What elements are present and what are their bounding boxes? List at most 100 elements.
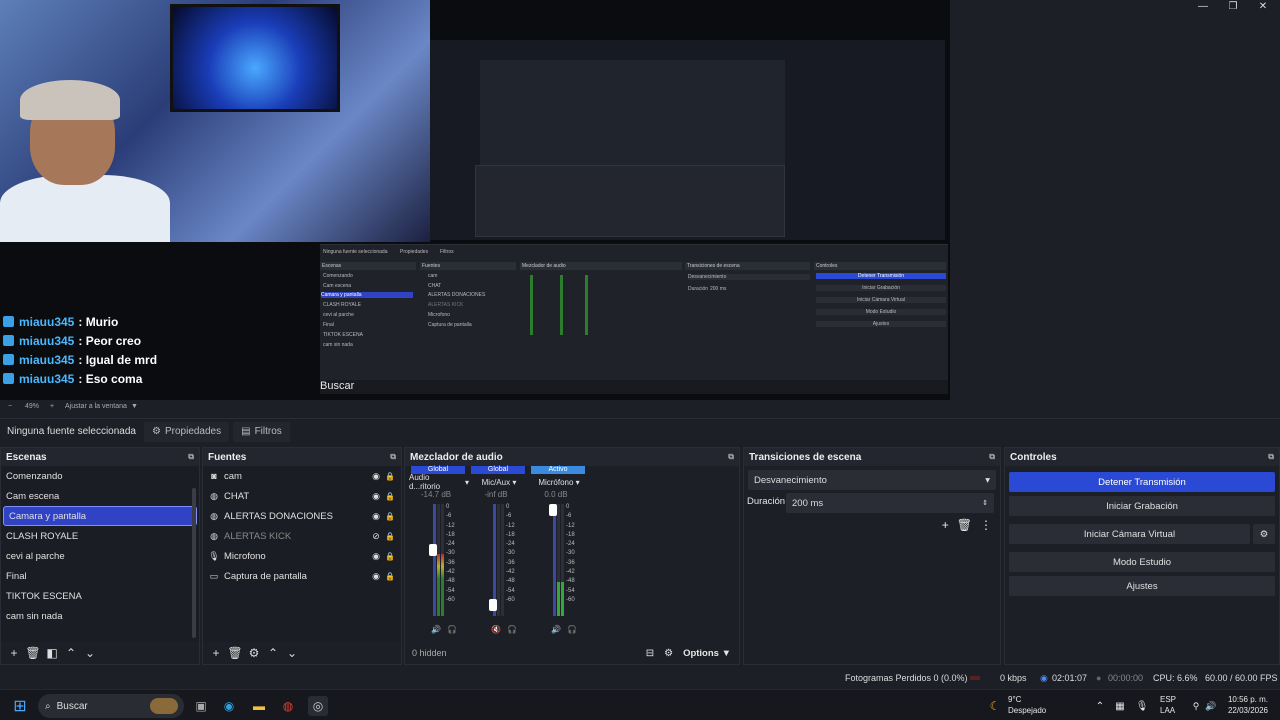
volume-fader-knob[interactable] — [549, 504, 557, 516]
fit-window-label[interactable]: Ajustar a la ventana — [65, 403, 127, 410]
clock-time[interactable]: 10:56 p. m. — [1226, 695, 1268, 704]
stop-streaming-button[interactable]: Detener Transmisión — [1009, 472, 1275, 492]
remove-transition-button[interactable]: 🗑 — [957, 518, 972, 532]
task-view-icon[interactable]: ▣ — [192, 696, 210, 716]
lock-icon[interactable]: 🔒 — [383, 472, 397, 481]
add-transition-button[interactable]: + — [942, 518, 949, 532]
source-item[interactable]: ◍ ALERTAS DONACIONES ◉ 🔒 — [203, 506, 401, 526]
scene-filters-button[interactable]: ◧ — [43, 644, 61, 662]
mixer-layout-icon[interactable]: ⊟ — [646, 648, 654, 659]
scene-item[interactable]: Camara y pantalla — [3, 506, 197, 526]
volume-fader-knob[interactable] — [489, 599, 497, 611]
channel-name-button[interactable]: Micrófono ▾ — [529, 474, 589, 490]
popout-icon[interactable]: ⧉ — [1268, 452, 1274, 462]
start-virtual-camera-button[interactable]: Iniciar Cámara Virtual — [1009, 524, 1250, 544]
zoom-in-button[interactable]: + — [50, 403, 54, 410]
duration-input[interactable]: 200 ms ⇕ — [786, 493, 994, 513]
tray-chevron-icon[interactable]: ⌃ — [1093, 696, 1107, 716]
move-down-button[interactable]: ⌄ — [81, 644, 99, 662]
channel-name-button[interactable]: Audio d...ritorio ▾ — [409, 473, 469, 491]
lock-icon[interactable]: 🔒 — [383, 532, 397, 541]
move-down-button[interactable]: ⌄ — [283, 644, 301, 662]
obs-icon[interactable]: ◎ — [308, 696, 328, 716]
maximize-button[interactable]: ❐ — [1218, 0, 1248, 14]
volume-icon[interactable]: 🔊 — [1205, 696, 1217, 716]
headphones-icon[interactable]: 🎧 — [447, 625, 457, 641]
eye-hidden-icon[interactable]: ⊘ — [369, 531, 383, 542]
scene-item[interactable]: cevi al parche — [1, 546, 199, 566]
transition-select[interactable]: Desvanecimiento ▾ — [748, 470, 996, 490]
popout-icon[interactable]: ⧉ — [390, 452, 396, 462]
mic-tray-icon[interactable]: 🎙 — [1135, 696, 1149, 716]
popout-icon[interactable]: ⧉ — [188, 452, 194, 462]
studio-mode-button[interactable]: Modo Estudio — [1009, 552, 1275, 572]
scene-item[interactable]: cam sin nada — [1, 606, 199, 626]
volume-meter[interactable]: 0 -6 -12 -18 -24 -30 -36 -42 -48 -54 -60 — [529, 504, 599, 624]
tray-app-icon[interactable]: ▦ — [1113, 696, 1127, 716]
scenes-scrollbar[interactable] — [192, 488, 196, 638]
lock-icon[interactable]: 🔒 — [383, 492, 397, 501]
source-item[interactable]: ◍ CHAT ◉ 🔒 — [203, 486, 401, 506]
network-icon[interactable]: ⚲ — [1190, 696, 1202, 716]
source-properties-button[interactable]: ⚙ — [245, 644, 263, 662]
eye-icon[interactable]: ◉ — [369, 491, 383, 502]
move-up-button[interactable]: ⌃ — [264, 644, 282, 662]
headphones-icon[interactable]: 🎧 — [507, 625, 517, 641]
add-scene-button[interactable]: + — [5, 644, 23, 662]
channel-name-button[interactable]: Mic/Aux ▾ — [469, 474, 529, 490]
windows-start-icon[interactable]: ⊞ — [10, 696, 30, 716]
language-label[interactable]: ESP — [1160, 695, 1176, 704]
zoom-out-button[interactable]: − — [8, 403, 12, 410]
transition-menu-button[interactable]: ⋮ — [980, 518, 992, 532]
source-item[interactable]: 🎙 Microfono ◉ 🔒 — [203, 546, 401, 566]
edge-icon[interactable]: ◉ — [220, 696, 238, 716]
minimize-button[interactable]: — — [1188, 0, 1218, 14]
eye-icon[interactable]: ◉ — [369, 471, 383, 482]
source-item[interactable]: ◙ cam ◉ 🔒 — [203, 466, 401, 486]
source-item[interactable]: ◍ ALERTAS KICK ⊘ 🔒 — [203, 526, 401, 546]
source-name: cam — [224, 470, 242, 482]
move-up-button[interactable]: ⌃ — [62, 644, 80, 662]
volume-fader-knob[interactable] — [429, 544, 437, 556]
scene-item[interactable]: Comenzando — [1, 466, 199, 486]
scene-item[interactable]: TIKTOK ESCENA — [1, 586, 199, 606]
add-source-button[interactable]: + — [207, 644, 225, 662]
muted-speaker-icon[interactable]: 🔇 — [491, 625, 501, 641]
speaker-icon[interactable]: 🔊 — [551, 625, 561, 641]
settings-button[interactable]: Ajustes — [1009, 576, 1275, 596]
eye-icon[interactable]: ◉ — [369, 511, 383, 522]
scene-name: Comenzando — [6, 470, 63, 482]
mixer-options-button[interactable]: Options ▼ — [683, 648, 731, 659]
lock-icon[interactable]: 🔒 — [383, 512, 397, 521]
scene-item[interactable]: CLASH ROYALE — [1, 526, 199, 546]
sources-dock: Fuentes ⧉ ◙ cam ◉ 🔒 ◍ CHAT ◉ 🔒 ◍ ALERTAS DONACIONE… — [202, 447, 402, 665]
db-tick: -36 — [446, 559, 455, 566]
lock-icon[interactable]: 🔒 — [383, 552, 397, 561]
clock-date[interactable]: 22/03/2026 — [1226, 706, 1268, 715]
gear-icon[interactable]: ⚙ — [1253, 524, 1275, 544]
start-recording-button[interactable]: Iniciar Grabación — [1009, 496, 1275, 516]
taskbar-search[interactable]: ⌕ Buscar — [38, 694, 184, 718]
filters-button[interactable]: ▤ Filtros — [233, 421, 290, 442]
chrome-icon[interactable]: ◍ — [279, 696, 297, 716]
source-item[interactable]: ▭ Captura de pantalla ◉ 🔒 — [203, 566, 401, 586]
popout-icon[interactable]: ⧉ — [989, 452, 995, 462]
eye-icon[interactable]: ◉ — [369, 571, 383, 582]
properties-button[interactable]: ⚙ Propiedades — [144, 421, 230, 442]
close-button[interactable]: ✕ — [1248, 0, 1278, 14]
layout-label[interactable]: LAA — [1160, 706, 1175, 715]
headphones-icon[interactable]: 🎧 — [567, 625, 577, 641]
popout-icon[interactable]: ⧉ — [728, 452, 734, 462]
scene-item[interactable]: Final — [1, 566, 199, 586]
remove-scene-button[interactable]: 🗑 — [24, 644, 42, 662]
mixer-settings-icon[interactable]: ⚙ — [664, 648, 673, 659]
speaker-icon[interactable]: 🔊 — [431, 625, 441, 641]
zoom-dropdown-icon[interactable]: ▼ — [131, 403, 138, 410]
context-bar: Ninguna fuente seleccionada ⚙ Propiedades… — [0, 418, 1280, 444]
remove-source-button[interactable]: 🗑 — [226, 644, 244, 662]
scene-item[interactable]: Cam escena — [1, 486, 199, 506]
folder-icon[interactable]: ▬ — [250, 696, 268, 716]
spinner-icon[interactable]: ⇕ — [982, 499, 988, 507]
lock-icon[interactable]: 🔒 — [383, 572, 397, 581]
eye-icon[interactable]: ◉ — [369, 551, 383, 562]
